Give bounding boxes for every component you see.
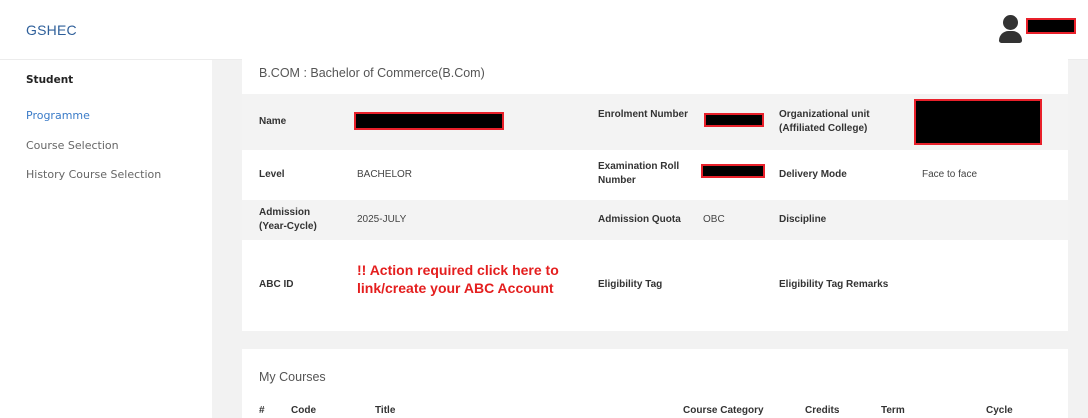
column-header-course-category: Course Category: [683, 405, 764, 416]
column-header-title: Title: [375, 405, 396, 416]
info-row: ABC ID !! Action required click here to …: [242, 240, 1068, 330]
column-header-number: #: [259, 405, 265, 416]
abc-account-link[interactable]: !! Action required click here to link/cr…: [357, 261, 582, 297]
admission-quota-value: OBC: [703, 214, 725, 225]
info-row: Admission (Year-Cycle) 2025-JULY Admissi…: [242, 200, 1068, 240]
sidebar-item-history-course-selection[interactable]: History Course Selection: [26, 168, 161, 181]
examination-roll-number-label: Examination Roll Number: [598, 161, 680, 186]
admission-label: Admission (Year-Cycle): [259, 207, 317, 232]
discipline-label: Discipline: [779, 214, 827, 225]
info-row: Name Enrolment Number Organizational uni…: [242, 94, 1068, 150]
sidebar-title: Student: [26, 74, 74, 86]
programme-panel: B.COM : Bachelor of Commerce(B.Com) Name…: [242, 49, 1068, 331]
abc-id-label: ABC ID: [259, 279, 294, 290]
admission-quota-label: Admission Quota: [598, 214, 681, 225]
organizational-unit-label: Organizational unit (Affiliated College): [779, 109, 870, 134]
name-label: Name: [259, 116, 287, 127]
name-value-redacted: [354, 112, 504, 130]
level-label: Level: [259, 169, 285, 180]
my-courses-title: My Courses: [259, 370, 326, 384]
organizational-unit-redacted: [914, 99, 1042, 145]
eligibility-tag-remarks-label: Eligibility Tag Remarks: [779, 279, 889, 290]
user-icon-head: [1003, 15, 1018, 30]
column-header-term: Term: [881, 405, 905, 416]
enrolment-number-label: Enrolment Number: [598, 109, 689, 120]
delivery-mode-value: Face to face: [922, 169, 978, 180]
column-header-credits: Credits: [805, 405, 840, 416]
info-row: Level BACHELOR Examination Roll Number D…: [242, 150, 1068, 200]
delivery-mode-label: Delivery Mode: [779, 169, 847, 180]
sidebar: Student Programme Course Selection Histo…: [0, 60, 212, 418]
sidebar-item-programme[interactable]: Programme: [26, 109, 90, 122]
user-icon[interactable]: [997, 13, 1025, 45]
level-value: BACHELOR: [357, 169, 413, 180]
my-courses-panel: My Courses # Code Title Course Category …: [242, 349, 1068, 418]
app-logo[interactable]: GSHEC: [26, 22, 77, 38]
examination-roll-number-redacted: [701, 164, 765, 178]
redacted-username[interactable]: [1026, 18, 1076, 34]
eligibility-tag-label: Eligibility Tag: [598, 279, 663, 290]
column-header-code: Code: [291, 405, 316, 416]
programme-title: B.COM : Bachelor of Commerce(B.Com): [259, 66, 485, 80]
admission-value: 2025-JULY: [357, 214, 407, 225]
column-header-cycle: Cycle: [986, 405, 1013, 416]
enrolment-number-redacted: [704, 113, 764, 127]
user-icon-body: [999, 31, 1022, 43]
sidebar-item-course-selection[interactable]: Course Selection: [26, 139, 119, 152]
